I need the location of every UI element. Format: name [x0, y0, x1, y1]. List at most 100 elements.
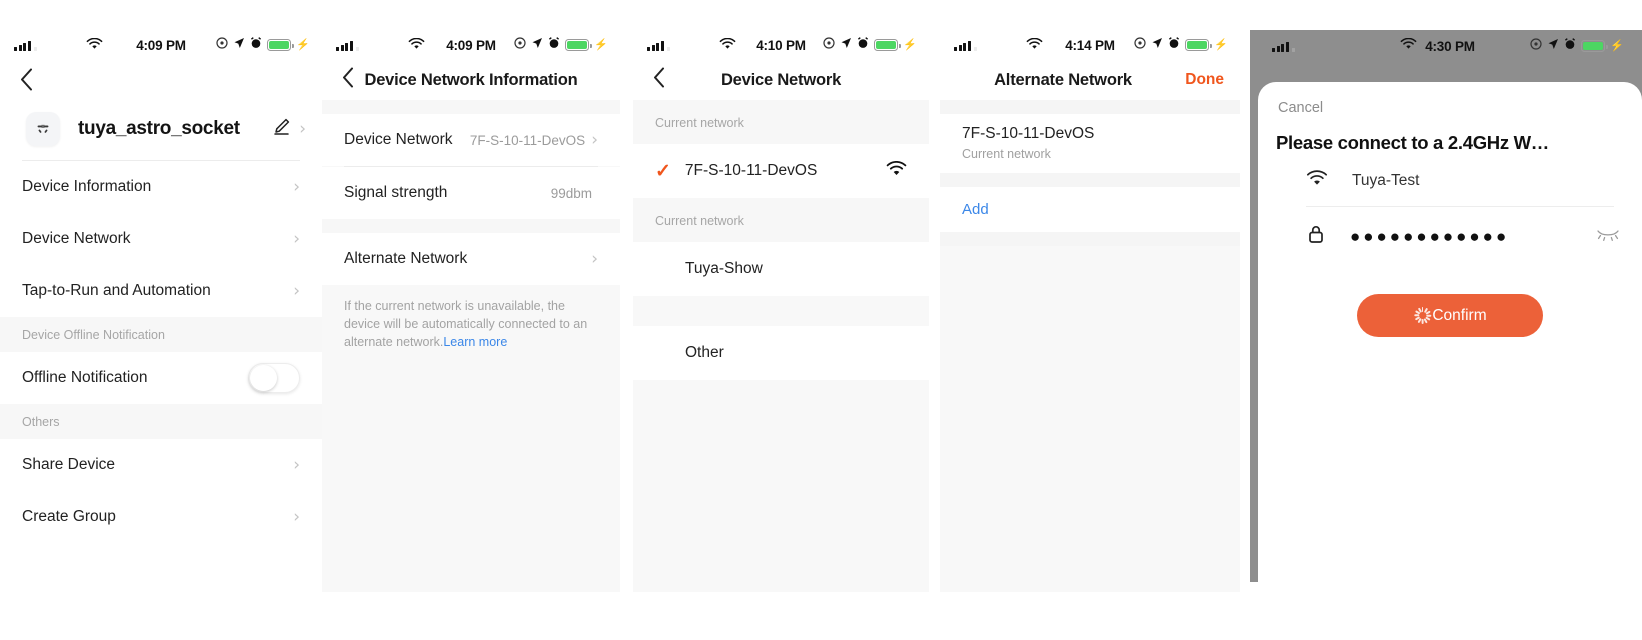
- nav-bar: Alternate Network Done: [940, 60, 1240, 100]
- row-label: Device Network: [22, 230, 131, 247]
- done-button[interactable]: Done: [1185, 71, 1224, 89]
- row-label: Create Group: [22, 508, 116, 525]
- lock-icon: [1306, 223, 1326, 250]
- network-item-current[interactable]: ✓ 7F-S-10-11-DevOS: [633, 144, 929, 198]
- confirm-label: Confirm: [1432, 306, 1487, 324]
- section-header-current-network: Current network: [633, 100, 929, 144]
- back-button[interactable]: [653, 67, 665, 93]
- battery-icon: [565, 39, 592, 51]
- network-item-other[interactable]: Other: [633, 326, 929, 380]
- settings-row-tap-to-run[interactable]: Tap-to-Run and Automation ›: [0, 265, 322, 317]
- panel-alternate-network: 4:14 PM ⚡ Alternate Network Done 7F-S-10…: [940, 30, 1240, 592]
- settings-row-offline-notification[interactable]: Offline Notification: [0, 352, 322, 404]
- eye-off-icon[interactable]: [1596, 227, 1620, 246]
- row-label: Offline Notification: [22, 369, 148, 386]
- wifi-icon: [1306, 170, 1328, 192]
- loading-spinner-icon: [1413, 307, 1432, 324]
- row-label: Device Information: [22, 178, 152, 195]
- charging-bolt-icon: ⚡: [594, 38, 608, 51]
- location-services-icon: [823, 36, 835, 54]
- charging-bolt-icon: ⚡: [1610, 39, 1624, 52]
- nav-bar: Device Network Information: [322, 60, 620, 100]
- back-button[interactable]: [342, 67, 354, 93]
- offline-notification-toggle[interactable]: [248, 363, 300, 393]
- panel-connect-wifi-modal: 4:30 PM ⚡ Cancel Please connect to a 2.4…: [1250, 30, 1642, 582]
- network-name: Tuya-Show: [685, 260, 763, 277]
- add-network-button[interactable]: Add: [940, 186, 1240, 232]
- network-item-tuya-show[interactable]: Tuya-Show: [633, 242, 929, 296]
- status-bar: 4:30 PM ⚡: [1250, 30, 1642, 60]
- alarm-clock-icon: [250, 36, 262, 54]
- charging-bolt-icon: ⚡: [1214, 38, 1228, 51]
- chevron-right-icon: ›: [591, 248, 598, 269]
- network-name: 7F-S-10-11-DevOS: [684, 162, 818, 179]
- settings-row-share-device[interactable]: Share Device ›: [0, 439, 322, 491]
- alternate-network-note: If the current network is unavailable, t…: [322, 285, 620, 352]
- settings-row-device-network[interactable]: Device Network ›: [0, 213, 322, 265]
- chevron-right-icon: ›: [293, 280, 300, 301]
- password-field[interactable]: ●●●●●●●●●●●●: [1280, 207, 1620, 264]
- battery-icon: [1185, 39, 1212, 51]
- edit-pencil-icon[interactable]: [272, 117, 291, 141]
- status-bar: 4:09 PM ⚡: [322, 30, 620, 60]
- section-spacer: [633, 296, 929, 326]
- screenshot-stage: 4:09 PM ⚡ tuya_astro_socket › Device Inf…: [0, 0, 1642, 640]
- status-bar: 4:10 PM ⚡: [633, 30, 929, 60]
- row-label: Tap-to-Run and Automation: [22, 282, 211, 299]
- learn-more-link[interactable]: Learn more: [443, 335, 507, 349]
- back-button[interactable]: [20, 68, 33, 96]
- location-services-icon: [514, 36, 526, 54]
- alarm-clock-icon: [857, 36, 869, 54]
- battery-icon: [874, 39, 901, 51]
- navigation-arrow-icon: [233, 36, 245, 54]
- chevron-right-icon: ›: [293, 454, 300, 475]
- check-icon: ✓: [655, 160, 671, 182]
- battery-icon: [267, 39, 294, 51]
- navigation-arrow-icon: [1151, 36, 1163, 54]
- section-header-current-network-2: Current network: [633, 198, 929, 242]
- device-header: tuya_astro_socket ›: [0, 104, 322, 160]
- group-header-others: Others: [0, 404, 322, 439]
- cancel-button[interactable]: Cancel: [1258, 82, 1642, 116]
- navigation-arrow-icon: [840, 36, 852, 54]
- device-name: tuya_astro_socket: [78, 118, 240, 139]
- charging-bolt-icon: ⚡: [903, 38, 917, 51]
- chevron-right-icon: ›: [299, 118, 306, 139]
- alternate-network-entry[interactable]: 7F-S-10-11-DevOS Current network: [940, 114, 1240, 173]
- row-alternate-network[interactable]: Alternate Network ›: [322, 233, 620, 285]
- location-services-icon: [1530, 37, 1542, 55]
- row-label: Signal strength: [344, 184, 448, 201]
- row-signal-strength: Signal strength 99dbm: [322, 167, 620, 219]
- confirm-button[interactable]: Confirm: [1357, 294, 1543, 337]
- settings-row-create-group[interactable]: Create Group ›: [0, 491, 322, 543]
- page-title: Device Network Information: [364, 70, 578, 89]
- panel-device-settings: 4:09 PM ⚡ tuya_astro_socket › Device Inf…: [0, 30, 322, 592]
- alarm-clock-icon: [548, 36, 560, 54]
- network-name: Other: [685, 344, 724, 361]
- password-value: ●●●●●●●●●●●●: [1350, 227, 1510, 246]
- row-label: Device Network: [344, 131, 453, 148]
- group-header-offline-notification: Device Offline Notification: [0, 317, 322, 352]
- network-name: 7F-S-10-11-DevOS: [962, 125, 1095, 142]
- sheet-title: Please connect to a 2.4GHz W…: [1276, 132, 1549, 153]
- alarm-clock-icon: [1564, 37, 1576, 55]
- chevron-right-icon: ›: [591, 129, 598, 150]
- status-bar: 4:14 PM ⚡: [940, 30, 1240, 60]
- page-title: Device Network: [720, 70, 842, 89]
- row-value: 7F-S-10-11-DevOS: [469, 132, 586, 148]
- row-value: 99dbm: [550, 185, 592, 201]
- alarm-clock-icon: [1168, 36, 1180, 54]
- charging-bolt-icon: ⚡: [296, 38, 310, 51]
- ssid-field[interactable]: Tuya-Test: [1280, 154, 1620, 206]
- location-services-icon: [1134, 36, 1146, 54]
- network-subtitle: Current network: [962, 146, 1051, 161]
- row-label: Share Device: [22, 456, 116, 473]
- settings-row-device-information[interactable]: Device Information ›: [0, 161, 322, 213]
- wifi-icon: [886, 160, 907, 182]
- row-device-network[interactable]: Device Network 7F-S-10-11-DevOS ›: [322, 114, 620, 166]
- navigation-arrow-icon: [531, 36, 543, 54]
- chevron-right-icon: ›: [293, 506, 300, 527]
- modal-sheet: Cancel Please connect to a 2.4GHz W… Tuy…: [1258, 82, 1642, 582]
- chevron-right-icon: ›: [293, 228, 300, 249]
- nav-bar: Device Network: [633, 60, 929, 100]
